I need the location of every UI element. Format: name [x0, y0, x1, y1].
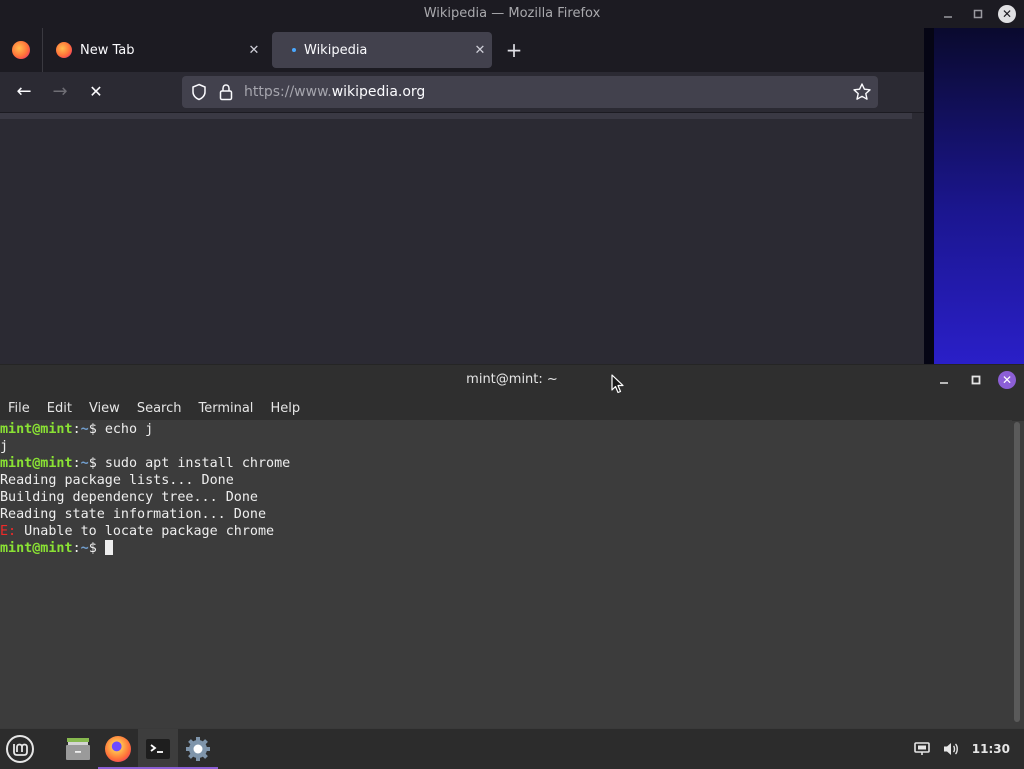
terminal-line: E: Unable to locate package chrome	[0, 523, 1012, 540]
prompt-path: ~	[80, 456, 89, 471]
terminal-window-title: mint@mint: ~	[466, 372, 558, 387]
prompt-path: ~	[80, 422, 89, 437]
terminal-line: mint@mint:~$	[0, 540, 1012, 557]
prompt-symbol: $	[88, 456, 105, 471]
firefox-view-button[interactable]	[0, 28, 43, 72]
menu-edit[interactable]: Edit	[47, 401, 72, 416]
firefox-close-button[interactable]: ✕	[998, 5, 1016, 23]
terminal-icon	[146, 739, 170, 759]
terminal-scrollbar[interactable]	[1014, 422, 1020, 722]
taskbar: 11:30	[0, 728, 1024, 769]
firefox-logo-icon	[12, 41, 30, 59]
taskbar-settings-button[interactable]	[178, 729, 218, 769]
firefox-favicon-icon	[56, 42, 72, 58]
terminal-line: mint@mint:~$ echo j	[0, 421, 1012, 438]
terminal-line: j	[0, 438, 1012, 455]
shield-icon[interactable]	[190, 83, 208, 101]
terminal-line: Building dependency tree... Done	[0, 489, 1012, 506]
command-text: sudo apt install chrome	[104, 456, 291, 471]
tab-close-icon[interactable]: ✕	[468, 43, 492, 58]
tab-label: Wikipedia	[304, 42, 368, 58]
terminal-maximize-button[interactable]	[966, 370, 986, 390]
forward-button[interactable]: →	[48, 80, 72, 104]
bookmark-star-icon[interactable]	[852, 82, 872, 102]
prompt-separator: :	[72, 541, 81, 556]
terminal-line: Reading package lists... Done	[0, 472, 1012, 489]
terminal-line: Reading state information... Done	[0, 506, 1012, 523]
error-text: Unable to locate package chrome	[16, 524, 275, 539]
firefox-minimize-button[interactable]	[938, 4, 958, 24]
url-prefix: https://www.	[244, 84, 332, 100]
navigation-toolbar: ← → ✕ https://www.wikipedia.org	[0, 72, 924, 113]
loading-indicator-icon	[292, 48, 296, 52]
output-text: j	[0, 439, 9, 454]
url-bar[interactable]: https://www.wikipedia.org	[182, 76, 878, 108]
terminal-line: mint@mint:~$ sudo apt install chrome	[0, 455, 1012, 472]
menu-file[interactable]: File	[8, 401, 30, 416]
menu-help[interactable]: Help	[270, 401, 300, 416]
clock[interactable]: 11:30	[972, 742, 1010, 756]
taskbar-files-button[interactable]	[58, 729, 98, 769]
output-text: Reading state information... Done	[0, 507, 267, 522]
page-content[interactable]	[0, 113, 924, 364]
taskbar-firefox-button[interactable]	[98, 729, 138, 769]
prompt-separator: :	[72, 456, 81, 471]
menu-terminal[interactable]: Terminal	[198, 401, 253, 416]
prompt-separator: :	[72, 422, 81, 437]
terminal-output[interactable]: mint@mint:~$ echo j j mint@mint:~$ sudo ap…	[0, 420, 1012, 729]
desktop-wallpaper	[924, 28, 1024, 364]
firefox-titlebar[interactable]: Wikipedia — Mozilla Firefox ✕	[0, 0, 1024, 28]
menu-view[interactable]: View	[89, 401, 120, 416]
output-text: Building dependency tree... Done	[0, 490, 258, 505]
tab-bar: New Tab ✕ Wikipedia ✕ +	[0, 28, 924, 72]
menu-search[interactable]: Search	[137, 401, 182, 416]
terminal-window: mint@mint: ~ ✕ File Edit View Search Ter…	[0, 364, 1024, 729]
prompt-user: mint@mint	[0, 541, 73, 556]
tab-close-icon[interactable]: ✕	[242, 43, 266, 58]
tab-wikipedia[interactable]: Wikipedia ✕	[272, 32, 492, 68]
terminal-menubar: File Edit View Search Terminal Help	[0, 395, 1024, 421]
command-text: echo j	[104, 422, 154, 437]
error-prefix: E:	[0, 524, 17, 539]
terminal-close-button[interactable]: ✕	[998, 371, 1016, 389]
back-button[interactable]: ←	[12, 80, 36, 104]
prompt-symbol: $	[88, 541, 105, 556]
firefox-window-title: Wikipedia — Mozilla Firefox	[423, 6, 601, 21]
url-text[interactable]: https://www.wikipedia.org	[244, 84, 425, 100]
gear-icon	[186, 737, 210, 761]
terminal-titlebar[interactable]: mint@mint: ~ ✕	[0, 364, 1024, 395]
firefox-window: Wikipedia — Mozilla Firefox ✕ New Tab ✕ …	[0, 0, 1024, 364]
firefox-icon	[105, 736, 131, 762]
prompt-user: mint@mint	[0, 422, 73, 437]
start-menu-button[interactable]	[0, 729, 40, 769]
stop-loading-button[interactable]: ✕	[84, 80, 108, 104]
tab-new-tab[interactable]: New Tab ✕	[46, 32, 266, 68]
output-text: Reading package lists... Done	[0, 473, 234, 488]
text-cursor	[104, 540, 113, 555]
taskbar-terminal-button[interactable]	[138, 729, 178, 769]
system-tray: 11:30	[913, 729, 1010, 769]
loading-bar	[0, 113, 912, 119]
prompt-user: mint@mint	[0, 456, 73, 471]
mouse-pointer-icon	[611, 374, 624, 394]
terminal-minimize-button[interactable]	[934, 370, 954, 390]
url-domain: wikipedia.org	[331, 84, 426, 100]
new-tab-button[interactable]: +	[502, 38, 526, 62]
folder-icon	[66, 738, 90, 760]
volume-icon[interactable]	[942, 741, 960, 757]
prompt-symbol: $	[88, 422, 105, 437]
mint-logo-icon	[6, 735, 34, 763]
prompt-path: ~	[80, 541, 89, 556]
tab-label: New Tab	[80, 42, 135, 58]
firefox-maximize-button[interactable]	[968, 4, 988, 24]
lock-icon[interactable]	[218, 83, 234, 101]
network-icon[interactable]	[913, 742, 930, 756]
